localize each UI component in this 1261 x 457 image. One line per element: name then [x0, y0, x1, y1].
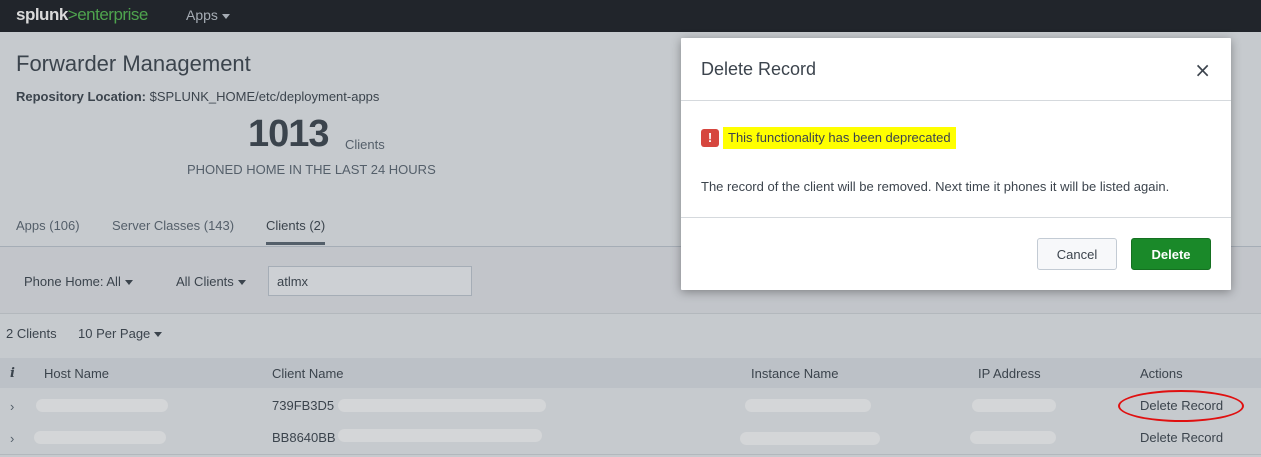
delete-button[interactable]: Delete [1131, 238, 1211, 270]
close-icon[interactable]: × [1194, 58, 1211, 82]
dialog-title: Delete Record [701, 59, 817, 79]
red-annotation-circle [1118, 390, 1244, 422]
deprecation-warning: This functionality has been deprecated [723, 127, 956, 149]
dialog-message: The record of the client will be removed… [701, 179, 1170, 194]
error-icon: ! [701, 129, 719, 147]
dialog-footer: Cancel Delete [681, 217, 1231, 291]
delete-record-dialog: Delete Record × ! This functionality has… [681, 38, 1231, 290]
dialog-header: Delete Record × [681, 38, 1231, 101]
modal-backdrop-top [0, 0, 1261, 32]
cancel-button[interactable]: Cancel [1037, 238, 1117, 270]
